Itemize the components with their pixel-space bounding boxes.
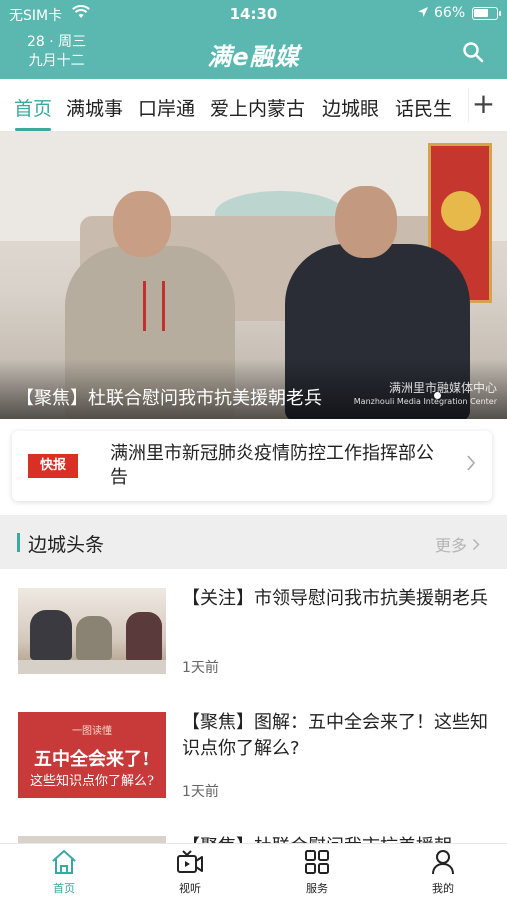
search-button[interactable] [462, 41, 484, 63]
channel-tabs: 首页 满城事 口岸通 爱上内蒙古 边城眼 话民生 + [0, 79, 507, 131]
tab-border-eye[interactable]: 边城眼 [322, 94, 379, 121]
app-logo: 满e融媒 [207, 43, 300, 71]
news-item[interactable]: 【关注】市领导慰问我市抗美援朝老兵 1天前 [0, 569, 507, 693]
nav-video-label: 视听 [179, 882, 201, 895]
bottom-nav: 首页 视听 服务 我的 [0, 843, 507, 900]
tab-inner-mongolia[interactable]: 爱上内蒙古 [210, 94, 305, 121]
battery-icon [472, 7, 501, 20]
section-accent-bar [17, 533, 20, 552]
add-channel-button[interactable]: + [468, 88, 498, 122]
carousel-dots [432, 384, 443, 403]
tab-city-news[interactable]: 满城事 [66, 94, 123, 121]
app-header: 无SIM卡 14:30 66% 28 · 周三 九月十二 满e融媒 [0, 0, 507, 79]
battery-percent: 66% [434, 5, 466, 21]
tab-port[interactable]: 口岸通 [138, 94, 195, 121]
notice-card[interactable]: 快报 满洲里市新冠肺炎疫情防控工作指挥部公告 [12, 431, 492, 501]
nav-services-label: 服务 [306, 882, 328, 895]
tab-livelihood[interactable]: 话民生 [395, 94, 452, 121]
location-arrow-icon [417, 6, 429, 22]
hero-watermark: 满洲里市融媒体中心 Manzhouli Media Integration Ce… [353, 381, 497, 406]
news-headline: 【关注】市领导慰问我市抗美援朝老兵 [182, 588, 488, 609]
tab-home[interactable]: 首页 [14, 94, 52, 121]
more-link[interactable]: 更多 [435, 532, 480, 556]
hero-banner[interactable]: 满洲里市融媒体中心 Manzhouli Media Integration Ce… [0, 131, 507, 419]
news-headline: 【聚焦】图解：五中全会来了！这些知识点你了解么? [182, 712, 488, 759]
nav-services[interactable]: 服务 [282, 848, 352, 896]
nav-video[interactable]: 视听 [155, 848, 225, 896]
hero-caption: 【聚焦】杜联合慰问我市抗美援朝老兵 [16, 388, 322, 409]
plus-icon: + [471, 87, 496, 120]
grid-icon [305, 850, 329, 874]
news-item[interactable]: 一图读懂 五中全会来了! 这些知识点你了解么? 【聚焦】图解：五中全会来了！这些… [0, 693, 507, 817]
status-bar: 无SIM卡 14:30 66% [0, 0, 507, 28]
news-thumbnail: 一图读懂 五中全会来了! 这些知识点你了解么? [18, 712, 166, 798]
chevron-right-icon [473, 538, 480, 551]
news-time: 1天前 [182, 660, 219, 676]
news-time: 1天前 [182, 784, 219, 800]
nav-profile[interactable]: 我的 [408, 848, 478, 896]
nav-home-label: 首页 [53, 882, 75, 895]
flash-news-badge: 快报 [28, 454, 78, 478]
chevron-right-icon [466, 454, 476, 477]
news-thumbnail [18, 588, 166, 674]
user-icon [432, 850, 454, 875]
search-icon [463, 42, 484, 63]
video-icon [177, 850, 203, 873]
section-header: 边城头条 更多 [0, 515, 507, 569]
section-title: 边城头条 [28, 534, 105, 556]
nav-home[interactable]: 首页 [29, 848, 99, 896]
home-icon [52, 850, 76, 874]
nav-profile-label: 我的 [432, 882, 454, 895]
clock: 14:30 [229, 5, 278, 23]
notice-text: 满洲里市新冠肺炎疫情防控工作指挥部公告 [110, 443, 434, 488]
